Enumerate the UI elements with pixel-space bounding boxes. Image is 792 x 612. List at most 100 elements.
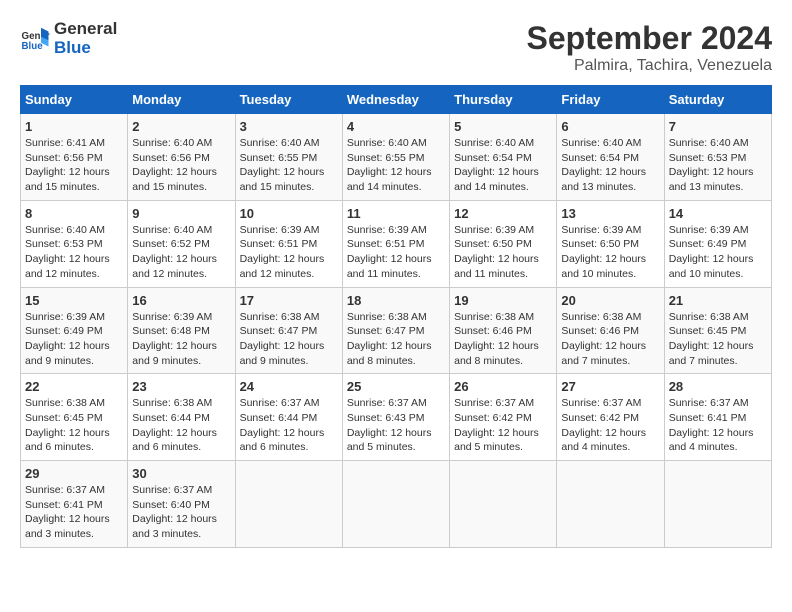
day-number: 17 [240,293,338,308]
day-number: 28 [669,379,767,394]
col-monday: Monday [128,86,235,114]
cell-text: Sunrise: 6:39 AM Sunset: 6:49 PM Dayligh… [669,224,754,280]
calendar-table: Sunday Monday Tuesday Wednesday Thursday… [20,85,772,548]
cell-text: Sunrise: 6:37 AM Sunset: 6:43 PM Dayligh… [347,397,432,453]
col-wednesday: Wednesday [342,86,449,114]
day-number: 10 [240,206,338,221]
cell-text: Sunrise: 6:41 AM Sunset: 6:56 PM Dayligh… [25,137,110,193]
table-row: 13 Sunrise: 6:39 AM Sunset: 6:50 PM Dayl… [557,200,664,287]
table-row: 26 Sunrise: 6:37 AM Sunset: 6:42 PM Dayl… [450,374,557,461]
day-number: 27 [561,379,659,394]
table-row: 11 Sunrise: 6:39 AM Sunset: 6:51 PM Dayl… [342,200,449,287]
table-row [557,461,664,548]
col-thursday: Thursday [450,86,557,114]
day-number: 16 [132,293,230,308]
table-row: 12 Sunrise: 6:39 AM Sunset: 6:50 PM Dayl… [450,200,557,287]
cell-text: Sunrise: 6:40 AM Sunset: 6:55 PM Dayligh… [347,137,432,193]
day-number: 5 [454,119,552,134]
day-number: 25 [347,379,445,394]
cell-text: Sunrise: 6:39 AM Sunset: 6:50 PM Dayligh… [561,224,646,280]
table-row: 3 Sunrise: 6:40 AM Sunset: 6:55 PM Dayli… [235,114,342,201]
day-number: 11 [347,206,445,221]
cell-text: Sunrise: 6:39 AM Sunset: 6:48 PM Dayligh… [132,311,217,367]
table-row: 5 Sunrise: 6:40 AM Sunset: 6:54 PM Dayli… [450,114,557,201]
cell-text: Sunrise: 6:40 AM Sunset: 6:56 PM Dayligh… [132,137,217,193]
table-row [235,461,342,548]
cell-text: Sunrise: 6:40 AM Sunset: 6:53 PM Dayligh… [669,137,754,193]
table-row: 17 Sunrise: 6:38 AM Sunset: 6:47 PM Dayl… [235,287,342,374]
table-row: 22 Sunrise: 6:38 AM Sunset: 6:45 PM Dayl… [21,374,128,461]
cell-text: Sunrise: 6:38 AM Sunset: 6:46 PM Dayligh… [561,311,646,367]
logo-blue: Blue [54,39,117,58]
table-row: 4 Sunrise: 6:40 AM Sunset: 6:55 PM Dayli… [342,114,449,201]
cell-text: Sunrise: 6:38 AM Sunset: 6:45 PM Dayligh… [25,397,110,453]
day-number: 2 [132,119,230,134]
calendar-row: 8 Sunrise: 6:40 AM Sunset: 6:53 PM Dayli… [21,200,772,287]
col-saturday: Saturday [664,86,771,114]
day-number: 14 [669,206,767,221]
table-row: 2 Sunrise: 6:40 AM Sunset: 6:56 PM Dayli… [128,114,235,201]
day-number: 4 [347,119,445,134]
day-number: 19 [454,293,552,308]
table-row: 15 Sunrise: 6:39 AM Sunset: 6:49 PM Dayl… [21,287,128,374]
calendar-body: 1 Sunrise: 6:41 AM Sunset: 6:56 PM Dayli… [21,114,772,548]
day-number: 18 [347,293,445,308]
table-row [342,461,449,548]
table-row: 7 Sunrise: 6:40 AM Sunset: 6:53 PM Dayli… [664,114,771,201]
calendar-row: 29 Sunrise: 6:37 AM Sunset: 6:41 PM Dayl… [21,461,772,548]
table-row: 6 Sunrise: 6:40 AM Sunset: 6:54 PM Dayli… [557,114,664,201]
calendar-row: 22 Sunrise: 6:38 AM Sunset: 6:45 PM Dayl… [21,374,772,461]
logo-general: General [54,20,117,39]
day-number: 6 [561,119,659,134]
table-row: 19 Sunrise: 6:38 AM Sunset: 6:46 PM Dayl… [450,287,557,374]
table-row [664,461,771,548]
day-number: 13 [561,206,659,221]
cell-text: Sunrise: 6:39 AM Sunset: 6:49 PM Dayligh… [25,311,110,367]
cell-text: Sunrise: 6:38 AM Sunset: 6:47 PM Dayligh… [347,311,432,367]
header: General Blue General Blue September 2024… [20,20,772,75]
day-number: 8 [25,206,123,221]
col-tuesday: Tuesday [235,86,342,114]
table-row: 21 Sunrise: 6:38 AM Sunset: 6:45 PM Dayl… [664,287,771,374]
table-row: 23 Sunrise: 6:38 AM Sunset: 6:44 PM Dayl… [128,374,235,461]
logo: General Blue General Blue [20,20,117,57]
day-number: 30 [132,466,230,481]
page-title: September 2024 [527,20,772,57]
day-number: 20 [561,293,659,308]
logo-icon: General Blue [20,24,50,54]
table-row: 18 Sunrise: 6:38 AM Sunset: 6:47 PM Dayl… [342,287,449,374]
col-sunday: Sunday [21,86,128,114]
cell-text: Sunrise: 6:39 AM Sunset: 6:51 PM Dayligh… [240,224,325,280]
table-row: 25 Sunrise: 6:37 AM Sunset: 6:43 PM Dayl… [342,374,449,461]
title-area: September 2024 Palmira, Tachira, Venezue… [527,20,772,75]
calendar-row: 1 Sunrise: 6:41 AM Sunset: 6:56 PM Dayli… [21,114,772,201]
table-row: 30 Sunrise: 6:37 AM Sunset: 6:40 PM Dayl… [128,461,235,548]
day-number: 12 [454,206,552,221]
day-number: 23 [132,379,230,394]
table-row: 20 Sunrise: 6:38 AM Sunset: 6:46 PM Dayl… [557,287,664,374]
cell-text: Sunrise: 6:38 AM Sunset: 6:46 PM Dayligh… [454,311,539,367]
cell-text: Sunrise: 6:38 AM Sunset: 6:47 PM Dayligh… [240,311,325,367]
day-number: 22 [25,379,123,394]
cell-text: Sunrise: 6:40 AM Sunset: 6:52 PM Dayligh… [132,224,217,280]
table-row: 8 Sunrise: 6:40 AM Sunset: 6:53 PM Dayli… [21,200,128,287]
cell-text: Sunrise: 6:39 AM Sunset: 6:51 PM Dayligh… [347,224,432,280]
day-number: 29 [25,466,123,481]
table-row: 29 Sunrise: 6:37 AM Sunset: 6:41 PM Dayl… [21,461,128,548]
day-number: 26 [454,379,552,394]
page-subtitle: Palmira, Tachira, Venezuela [527,57,772,75]
header-row: Sunday Monday Tuesday Wednesday Thursday… [21,86,772,114]
cell-text: Sunrise: 6:37 AM Sunset: 6:44 PM Dayligh… [240,397,325,453]
col-friday: Friday [557,86,664,114]
cell-text: Sunrise: 6:37 AM Sunset: 6:41 PM Dayligh… [25,484,110,540]
day-number: 3 [240,119,338,134]
calendar-row: 15 Sunrise: 6:39 AM Sunset: 6:49 PM Dayl… [21,287,772,374]
table-row: 14 Sunrise: 6:39 AM Sunset: 6:49 PM Dayl… [664,200,771,287]
cell-text: Sunrise: 6:37 AM Sunset: 6:42 PM Dayligh… [561,397,646,453]
table-row: 24 Sunrise: 6:37 AM Sunset: 6:44 PM Dayl… [235,374,342,461]
cell-text: Sunrise: 6:39 AM Sunset: 6:50 PM Dayligh… [454,224,539,280]
day-number: 21 [669,293,767,308]
table-row: 28 Sunrise: 6:37 AM Sunset: 6:41 PM Dayl… [664,374,771,461]
table-row: 9 Sunrise: 6:40 AM Sunset: 6:52 PM Dayli… [128,200,235,287]
table-row: 27 Sunrise: 6:37 AM Sunset: 6:42 PM Dayl… [557,374,664,461]
